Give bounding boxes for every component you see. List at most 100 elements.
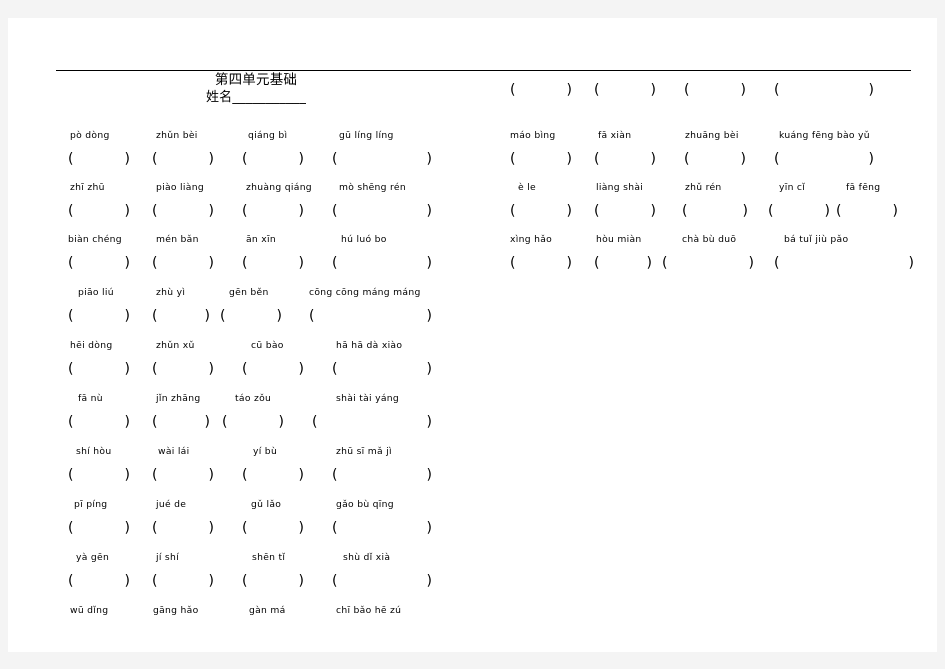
paren-close: ) [426, 467, 432, 483]
paren-close: ) [646, 255, 652, 271]
pinyin-word: è le [518, 182, 536, 193]
answer-box[interactable]: () [768, 199, 830, 223]
answer-box[interactable]: () [510, 147, 572, 171]
paren-open: ( [222, 414, 228, 430]
paren-open: ( [152, 573, 158, 589]
pinyin-word: táo zǒu [235, 393, 272, 404]
answer-box[interactable]: () [594, 147, 656, 171]
answer-box[interactable]: () [152, 463, 214, 487]
answer-box[interactable]: () [510, 251, 572, 275]
answer-box[interactable]: () [68, 147, 130, 171]
answer-box[interactable]: () [152, 569, 214, 593]
answer-box[interactable]: () [510, 199, 572, 223]
paren-close: ) [124, 520, 130, 536]
paren-close: ) [748, 255, 754, 271]
paren-open: ( [68, 467, 74, 483]
answer-box[interactable]: () [152, 147, 214, 171]
answer-box[interactable]: () [152, 304, 210, 328]
answer-box[interactable]: () [309, 304, 432, 328]
answer-box[interactable]: () [68, 516, 130, 540]
answer-box[interactable]: () [68, 357, 130, 381]
answer-box[interactable]: () [242, 516, 304, 540]
answer-box[interactable]: () [594, 199, 656, 223]
pinyin-word: hā hā dà xiào [336, 340, 403, 351]
answer-box[interactable]: () [222, 410, 284, 434]
paren-close: ) [742, 203, 748, 219]
pinyin-word: jǐn zhāng [156, 393, 201, 404]
paren-open: ( [68, 361, 74, 377]
answer-box[interactable]: () [774, 78, 874, 102]
pinyin-word: shài tài yáng [336, 393, 400, 404]
paren-open: ( [594, 82, 600, 98]
pinyin-word: piāo liú [78, 287, 114, 298]
answer-box[interactable]: () [684, 78, 746, 102]
answer-box[interactable]: () [242, 569, 304, 593]
paren-open: ( [152, 414, 158, 430]
pinyin-word: qiáng bì [248, 130, 288, 141]
paren-open: ( [68, 308, 74, 324]
answer-box[interactable]: () [332, 147, 432, 171]
paren-close: ) [124, 573, 130, 589]
answer-box[interactable]: () [242, 147, 304, 171]
answer-box[interactable]: () [774, 251, 914, 275]
paren-close: ) [276, 308, 282, 324]
answer-box[interactable]: () [152, 199, 214, 223]
answer-box[interactable]: () [68, 199, 130, 223]
pinyin-word: zhī zhū [70, 182, 105, 193]
pinyin-word: shù dǐ xià [343, 552, 391, 563]
pinyin-word: gǎo bù qīng [336, 499, 394, 510]
answer-box[interactable]: () [662, 251, 754, 275]
answer-row: () () () () [56, 199, 496, 225]
answer-row: () () () () [496, 251, 936, 277]
answer-box[interactable]: () [510, 78, 572, 102]
pinyin-word: zhù yì [156, 287, 186, 298]
answer-box[interactable]: () [594, 78, 656, 102]
paren-close: ) [124, 203, 130, 219]
paren-open: ( [152, 361, 158, 377]
answer-box[interactable]: () [332, 357, 432, 381]
answer-box[interactable]: () [332, 569, 432, 593]
answer-box[interactable]: () [836, 199, 898, 223]
answer-box[interactable]: () [594, 251, 652, 275]
answer-box[interactable]: () [332, 516, 432, 540]
answer-box[interactable]: () [312, 410, 432, 434]
answer-box[interactable]: () [682, 199, 748, 223]
pinyin-row: xìng hǎo hòu miàn chà bù duō bá tuǐ jiù … [496, 230, 936, 250]
answer-box[interactable]: () [152, 410, 210, 434]
answer-box[interactable]: () [152, 357, 214, 381]
pinyin-word: hēi dòng [70, 340, 113, 351]
answer-box[interactable]: () [152, 516, 214, 540]
answer-box[interactable]: () [332, 199, 432, 223]
answer-row: () () () () [56, 357, 496, 383]
paren-open: ( [774, 151, 780, 167]
left-column: pò dòng zhǔn bèi qiáng bì gū líng líng (… [56, 18, 496, 652]
answer-box[interactable]: () [774, 147, 874, 171]
answer-box[interactable]: () [242, 357, 304, 381]
paren-close: ) [208, 255, 214, 271]
paren-close: ) [204, 308, 210, 324]
answer-box[interactable]: () [68, 304, 130, 328]
answer-box[interactable]: () [332, 251, 432, 275]
pinyin-word: yīn cǐ [779, 182, 806, 193]
answer-box[interactable]: () [68, 569, 130, 593]
answer-box[interactable]: () [68, 410, 130, 434]
answer-box[interactable]: () [220, 304, 282, 328]
paren-close: ) [650, 82, 656, 98]
pinyin-word: pī píng [74, 499, 108, 510]
paren-close: ) [208, 573, 214, 589]
answer-box[interactable]: () [332, 463, 432, 487]
pinyin-row: piāo liú zhù yì gēn běn cōng cōng máng m… [56, 283, 496, 303]
answer-box[interactable]: () [152, 251, 214, 275]
answer-box[interactable]: () [684, 147, 746, 171]
answer-box[interactable]: () [68, 463, 130, 487]
pinyin-word: wū dǐng [70, 605, 109, 616]
answer-box[interactable]: () [242, 251, 304, 275]
paren-open: ( [152, 520, 158, 536]
paren-close: ) [208, 151, 214, 167]
answer-box[interactable]: () [242, 199, 304, 223]
answer-box[interactable]: () [242, 463, 304, 487]
answer-box[interactable]: () [68, 251, 130, 275]
paren-close: ) [650, 203, 656, 219]
paren-open: ( [332, 573, 338, 589]
paren-close: ) [740, 82, 746, 98]
